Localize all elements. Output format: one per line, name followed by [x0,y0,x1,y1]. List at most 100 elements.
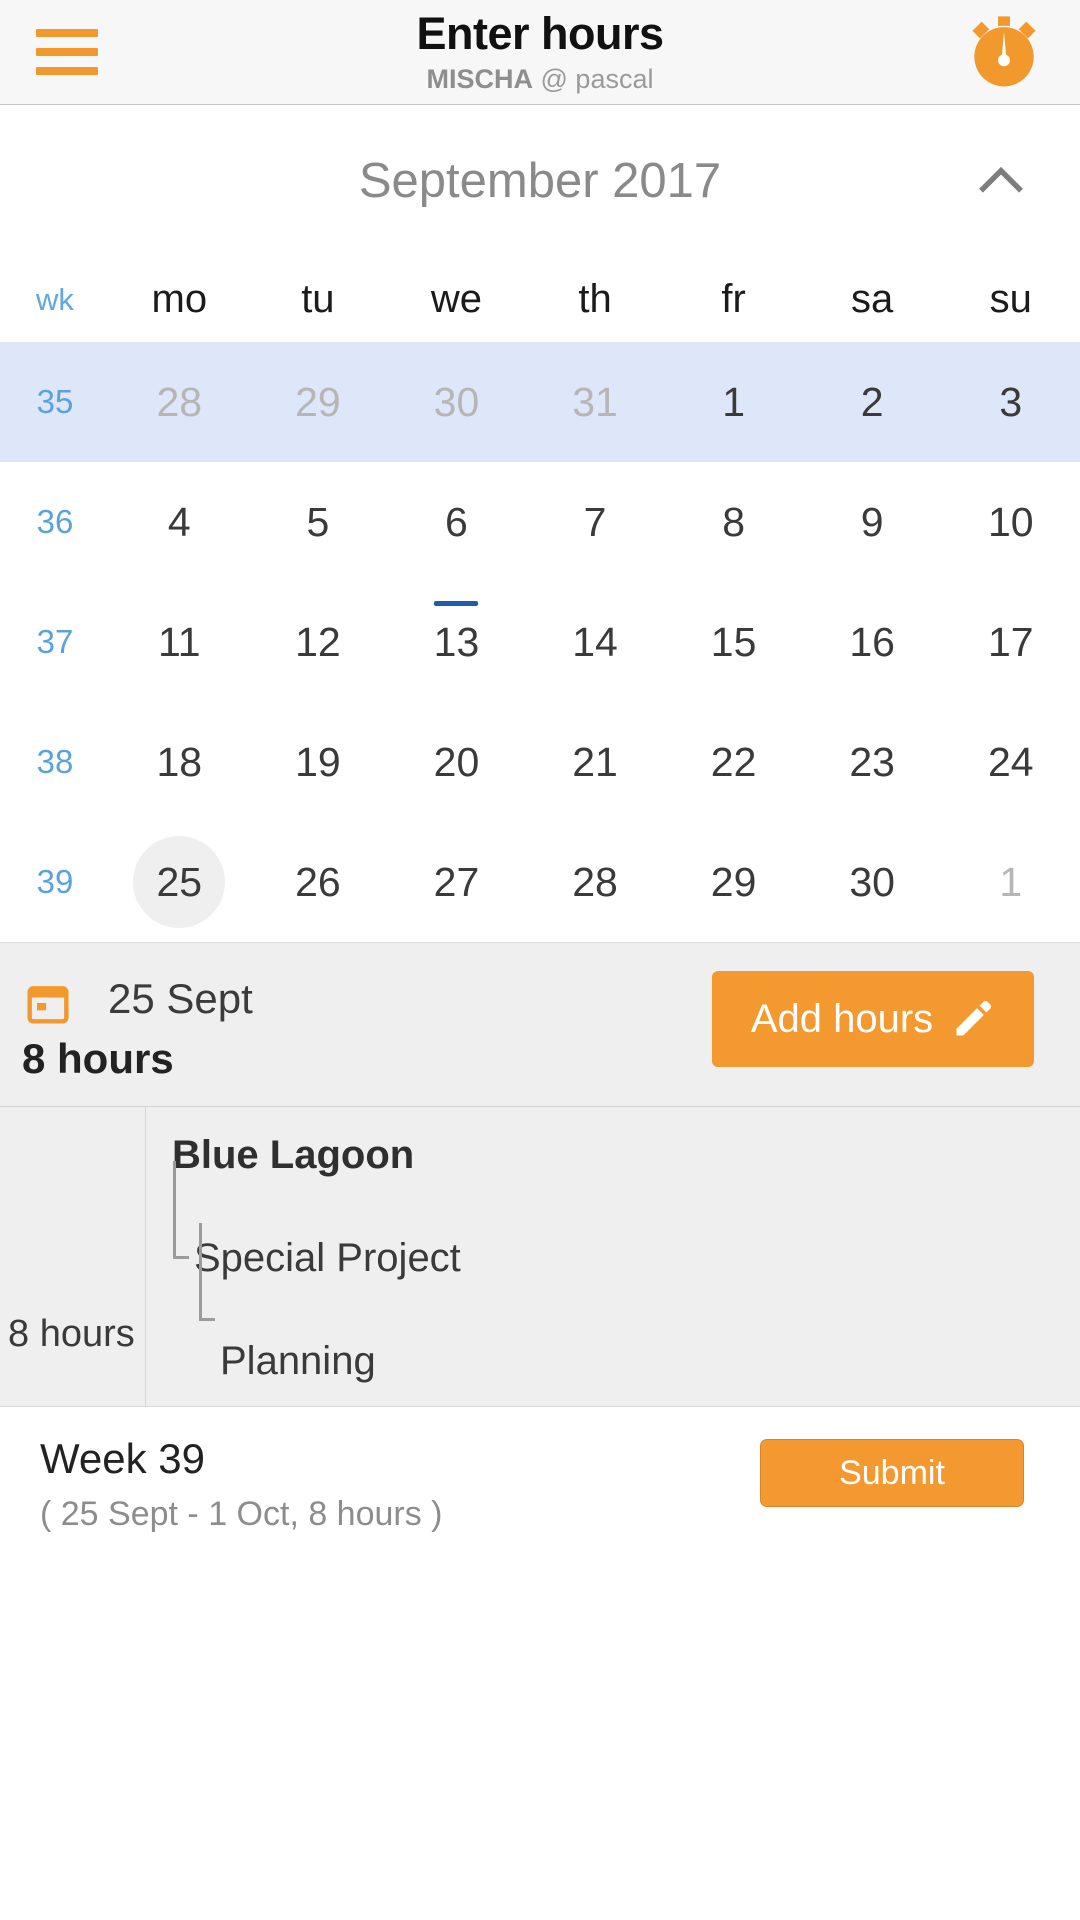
dow-su: su [941,257,1080,342]
calendar-week-row: 35 28 29 30 31 1 2 3 [0,342,1080,462]
day-number: 29 [295,378,341,425]
calendar-day-cell[interactable]: 24 [941,702,1080,822]
week-number: 39 [36,863,74,900]
calendar-icon [27,986,69,1024]
calendar-day-cell[interactable]: 29 [249,342,388,462]
calendar-day-cell[interactable]: 8 [664,462,803,582]
dow-we: we [387,257,526,342]
day-number: 27 [433,858,480,905]
task-name: Planning [220,1339,376,1383]
calendar-day-cell[interactable]: 26 [249,822,388,942]
day-number: 1 [999,858,1023,905]
dow-label: fr [721,277,746,321]
hamburger-bar-2 [36,48,98,56]
day-number: 6 [445,498,468,545]
calendar-day-cell[interactable]: 15 [664,582,803,702]
calendar-day-cell[interactable]: 19 [249,702,388,822]
dow-fr: fr [664,257,803,342]
week-footer: Week 39 ( 25 Sept - 1 Oct, 8 hours ) Sub… [0,1407,1080,1567]
calendar-day-cell[interactable]: 1 [941,822,1080,942]
day-number: 5 [306,498,330,545]
dow-label: we [430,277,483,321]
day-number: 30 [433,378,480,425]
add-hours-button[interactable]: Add hours [712,971,1034,1067]
week-number-cell[interactable]: 39 [0,822,110,942]
calendar-day-cell[interactable]: 21 [526,702,665,822]
calendar-day-cell[interactable]: 22 [664,702,803,822]
week-number-cell[interactable]: 36 [0,462,110,582]
calendar-day-cell[interactable]: 20 [387,702,526,822]
entry-hours: 8 hours [0,1107,146,1406]
calendar-day-cell[interactable]: 5 [249,462,388,582]
day-number: 28 [156,378,203,425]
day-number: 14 [572,618,618,665]
week-number-cell[interactable]: 37 [0,582,110,702]
page-title: Enter hours [416,8,664,59]
day-number: 8 [722,498,745,545]
calendar-day-cell[interactable]: 4 [110,462,249,582]
header-user: MISCHA [426,64,534,94]
day-number: 15 [710,618,757,665]
week-number: 37 [36,623,74,660]
dow-label: mo [151,277,208,321]
header-titles: Enter hours MISCHA @ pascal [0,11,1080,93]
calendar-day-cell[interactable]: 23 [803,702,942,822]
calendar-day-cell[interactable]: 10 [941,462,1080,582]
week-number-cell[interactable]: 38 [0,702,110,822]
day-summary-date: 25 Sept [108,975,253,1022]
calendar-grid: wk mo tu we th fr sa su 35 28 29 30 31 1 2 3 36 4… [0,257,1080,954]
calendar-day-cell[interactable]: 6 [387,462,526,606]
calendar-day-cell[interactable]: 11 [110,582,249,702]
calendar-day-cell[interactable]: 14 [526,582,665,702]
calendar-day-cell[interactable]: 1 [664,342,803,462]
calendar-day-cell[interactable]: 9 [803,462,942,582]
dow-label: sa [851,277,894,321]
day-number: 18 [156,738,203,785]
calendar-day-cell[interactable]: 27 [387,822,526,942]
dow-tu: tu [249,257,388,342]
day-summary-hours: 8 hours [22,1035,174,1082]
day-number: 1 [722,378,745,425]
calendar-day-cell[interactable]: 3 [941,342,1080,462]
calendar-day-cell[interactable]: 28 [110,342,249,462]
calendar-day-cell[interactable]: 29 [664,822,803,942]
hamburger-icon[interactable] [36,29,98,75]
week-number-cell[interactable]: 35 [0,342,110,462]
calendar-day-cell[interactable]: 7 [526,462,665,582]
calendar-day-cell[interactable]: 13 [387,582,526,702]
tree-elbow-1 [173,1161,189,1259]
calendar-day-cell[interactable]: 30 [387,342,526,462]
calendar-day-cell[interactable]: 25 [110,822,249,954]
stopwatch-icon[interactable] [966,14,1042,90]
day-number: 31 [572,378,618,425]
day-number: 19 [295,738,341,785]
calendar-day-cell[interactable]: 16 [803,582,942,702]
calendar-day-cell[interactable]: 18 [110,702,249,822]
submit-button[interactable]: Submit [760,1439,1024,1507]
calendar-day-cell[interactable]: 17 [941,582,1080,702]
month-label[interactable]: September 2017 [359,153,721,209]
week-range: ( 25 Sept - 1 Oct, 8 hours ) [40,1495,443,1533]
day-number: 24 [987,738,1034,785]
dow-label: su [989,277,1032,321]
calendar-day-cell[interactable]: 31 [526,342,665,462]
day-number: 4 [167,498,191,545]
calendar-dow-row: wk mo tu we th fr sa su [0,257,1080,342]
day-number: 12 [295,618,341,665]
calendar-day-cell[interactable]: 30 [803,822,942,942]
day-number: 3 [999,378,1023,425]
app-header: Enter hours MISCHA @ pascal [0,0,1080,105]
calendar-day-cell[interactable]: 2 [803,342,942,462]
tree-elbow-2 [199,1223,215,1321]
week-title: Week 39 [40,1435,205,1482]
day-number: 20 [433,738,480,785]
calendar-day-cell[interactable]: 12 [249,582,388,702]
calendar-day-cell[interactable]: 28 [526,822,665,942]
dow-mo: mo [110,257,249,342]
day-number: 30 [849,858,895,905]
chevron-up-icon[interactable] [970,150,1032,212]
entry-project-tree: Blue Lagoon Special Project Planning [146,1107,1080,1406]
day-number: 11 [158,618,201,665]
entry-row[interactable]: 8 hours Blue Lagoon Special Project Plan… [0,1107,1080,1407]
hamburger-bar-1 [36,29,98,37]
